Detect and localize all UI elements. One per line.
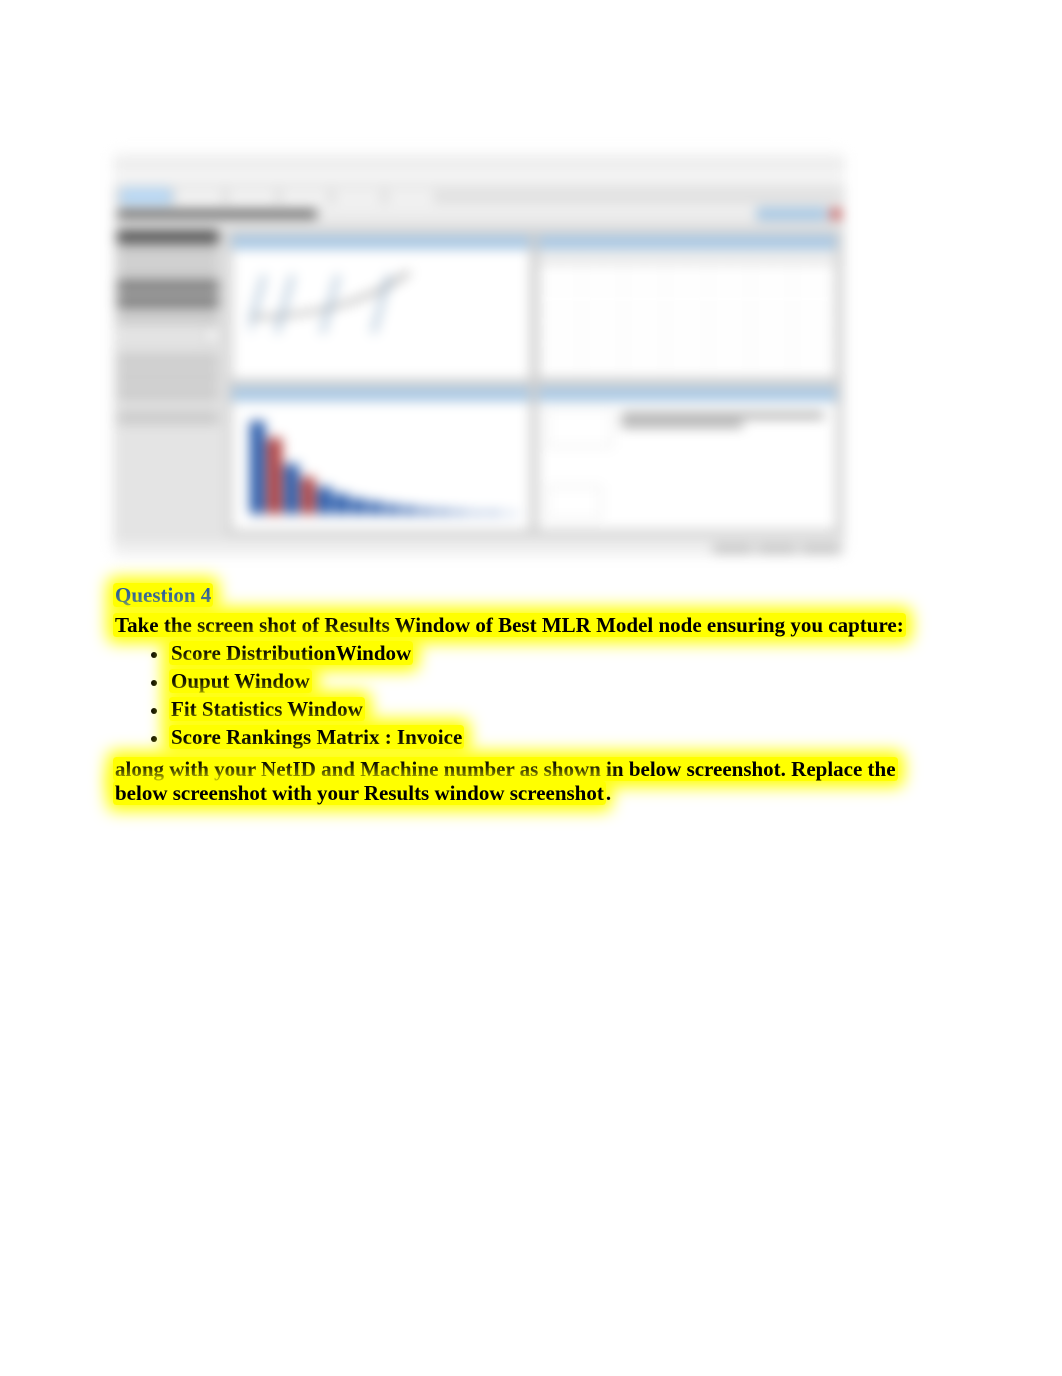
toolbar-label — [117, 210, 317, 218]
app-toolbar — [113, 204, 845, 224]
toolbar-search — [757, 208, 827, 220]
list-item: Score DistributionWindow — [169, 641, 949, 666]
fit-statistics-panel — [537, 234, 837, 380]
question-bullet-list: Score DistributionWindow Ouput Window Fi… — [169, 641, 949, 750]
toolbar-close-icon — [831, 209, 841, 219]
app-tabstrip — [113, 184, 845, 204]
score-distribution-panel — [231, 386, 531, 532]
app-tab — [227, 188, 277, 204]
list-item: Fit Statistics Window — [169, 697, 949, 722]
list-item: Ouput Window — [169, 669, 949, 694]
bullet-text: Fit Statistics Window — [169, 697, 365, 721]
app-menubar — [113, 168, 845, 184]
score-rankings-panel — [231, 234, 531, 380]
output-panel — [537, 386, 837, 532]
properties-pane — [113, 224, 223, 541]
question-outro-tail: . — [606, 781, 611, 805]
question-outro: along with your NetID and Machine number… — [113, 757, 898, 805]
app-tab — [386, 188, 436, 204]
app-tab — [121, 188, 171, 204]
question-intro: Take the screen shot of Results Window o… — [113, 613, 906, 637]
app-tab — [174, 188, 224, 204]
app-statusbar — [113, 541, 845, 555]
list-item: Score Rankings Matrix : Invoice — [169, 725, 949, 750]
bullet-text: Score DistributionWindow — [169, 641, 413, 665]
question-heading: Question 4 — [113, 583, 213, 607]
bullet-text: Score Rankings Matrix : Invoice — [169, 725, 464, 749]
app-titlebar — [113, 150, 845, 168]
results-window-screenshot — [113, 150, 845, 555]
app-tab — [280, 188, 330, 204]
app-tab — [333, 188, 383, 204]
results-area — [223, 224, 845, 541]
bullet-text: Ouput Window — [169, 669, 312, 693]
